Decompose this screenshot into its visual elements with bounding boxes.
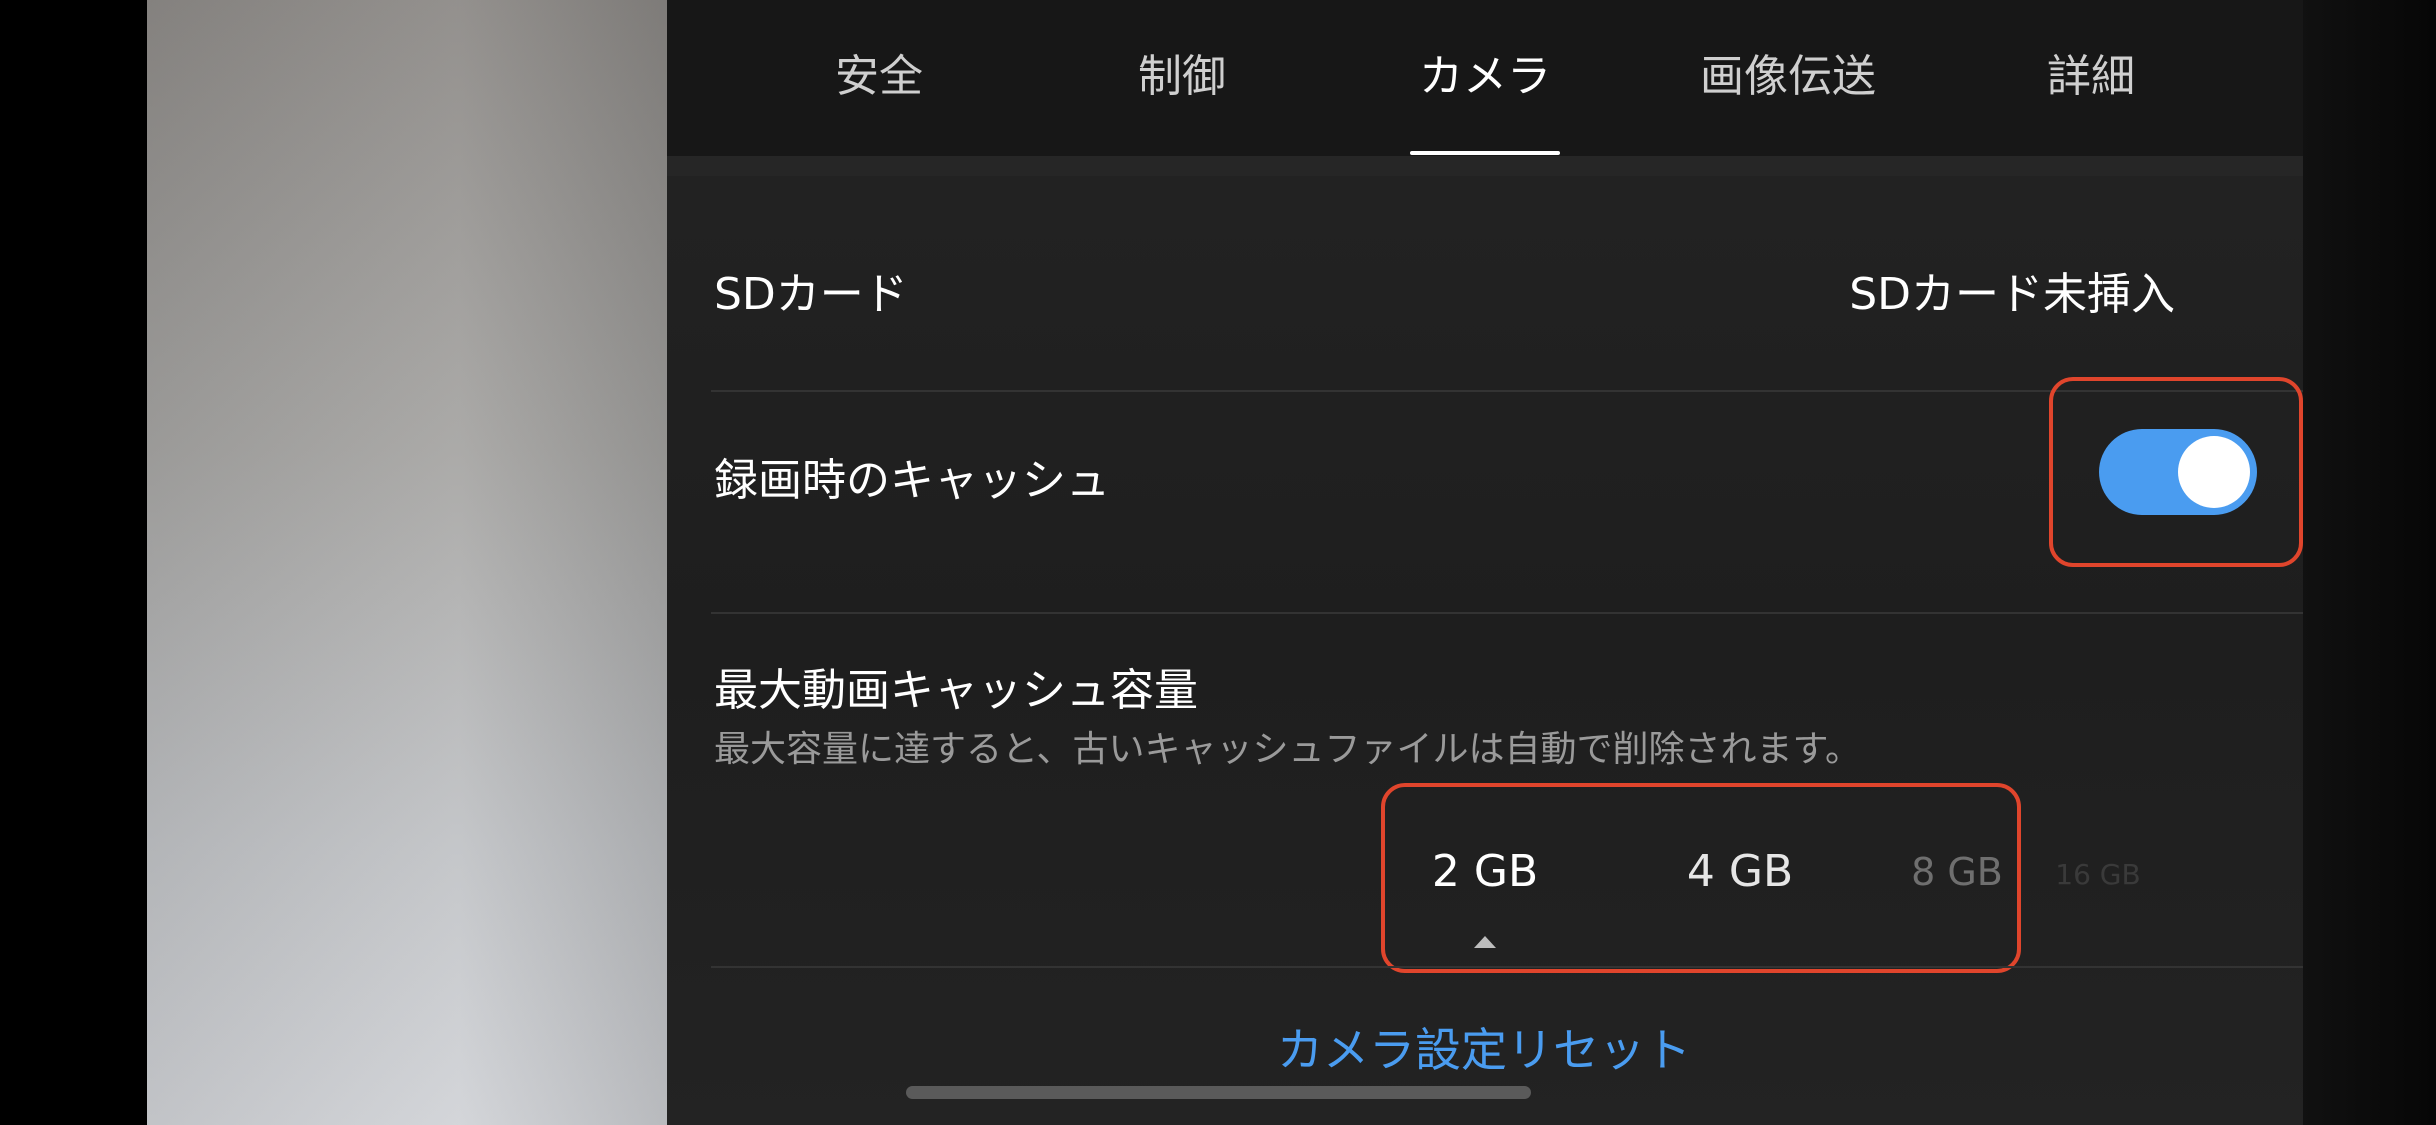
settings-panel: 安全 制御 カメラ 画像伝送 詳細 SDカード SDカード未挿入 録画時のキャッ… — [667, 0, 2303, 1125]
capacity-option-8gb[interactable]: 8 GB — [1911, 850, 2003, 894]
screen-edge — [2303, 0, 2436, 1125]
tab-safety[interactable]: 安全 — [835, 42, 923, 112]
recording-cache-label: 録画時のキャッシュ — [714, 455, 1110, 506]
settings-tab-bar: 安全 制御 カメラ 画像伝送 詳細 — [667, 0, 2303, 156]
tab-control[interactable]: 制御 — [1138, 42, 1226, 112]
home-indicator[interactable] — [906, 1086, 1531, 1099]
toggle-knob — [2178, 436, 2250, 508]
divider — [711, 612, 2303, 614]
tab-details[interactable]: 詳細 — [2047, 42, 2135, 112]
sd-card-status: SDカード未挿入 — [1849, 269, 2175, 320]
sd-card-label: SDカード — [714, 269, 908, 320]
max-cache-title: 最大動画キャッシュ容量 — [714, 665, 1198, 716]
capacity-option-4gb[interactable]: 4 GB — [1687, 846, 1793, 897]
camera-settings-reset-button[interactable]: カメラ設定リセット — [1277, 1014, 1691, 1080]
active-tab-indicator — [1410, 151, 1560, 155]
recording-cache-toggle[interactable] — [2099, 429, 2257, 515]
tab-camera[interactable]: カメラ — [1419, 42, 1551, 112]
max-cache-description: 最大容量に達すると、古いキャッシュファイルは自動で削除されます。 — [714, 729, 1861, 770]
capacity-option-2gb[interactable]: 2 GB — [1432, 846, 1538, 897]
tab-separator — [667, 156, 2303, 176]
capacity-option-16gb[interactable]: 16 GB — [2055, 858, 2140, 891]
camera-settings: SDカード SDカード未挿入 録画時のキャッシュ 最大動画キャッシュ容量 最大容… — [667, 176, 2303, 1125]
tab-transmission[interactable]: 画像伝送 — [1700, 42, 1876, 112]
selection-caret-icon — [1474, 936, 1496, 948]
camera-preview — [147, 0, 667, 1125]
divider — [711, 966, 2303, 968]
